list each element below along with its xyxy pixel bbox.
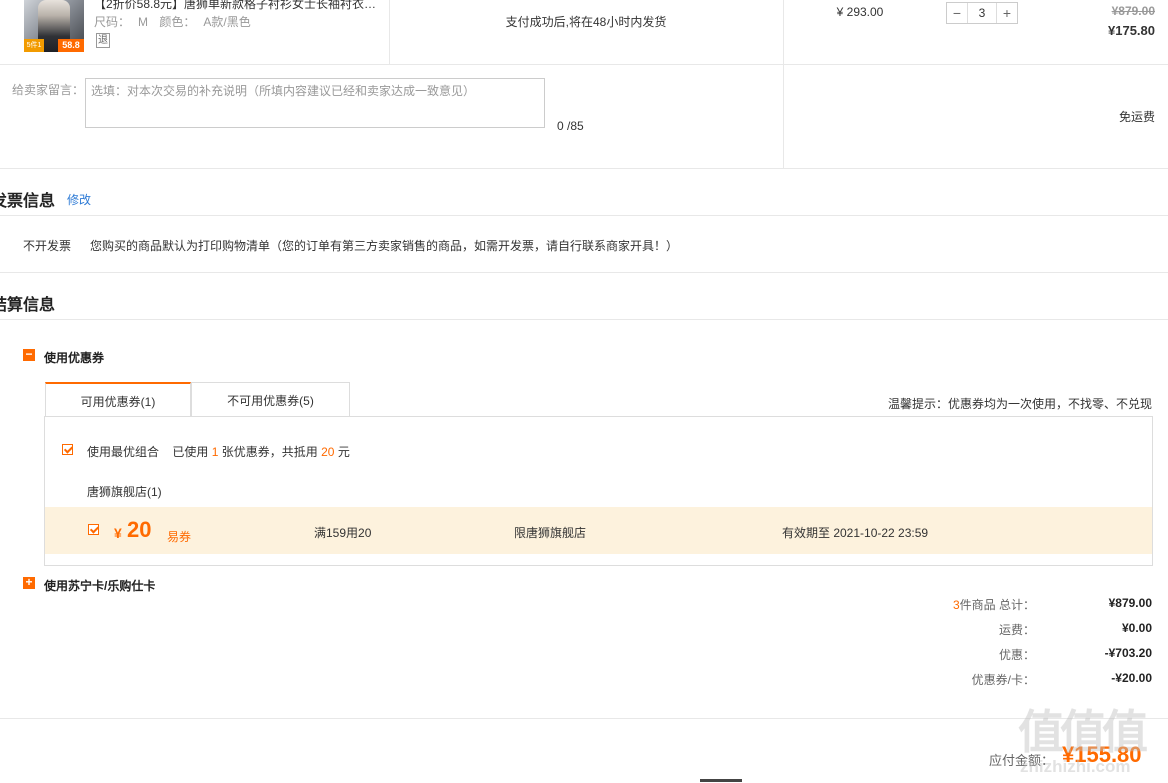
size-label: 尺码： (94, 15, 131, 29)
items-count: 3 (952, 598, 960, 612)
card-section-label[interactable]: 使用苏宁卡/乐购仕卡 (44, 577, 155, 594)
card-expand-icon[interactable]: + (23, 576, 35, 589)
coupon-deduction-value: -¥20.00 (1111, 671, 1152, 685)
coupon-currency: ¥ (114, 525, 122, 541)
size-value: M (138, 15, 149, 29)
items-label: 件商品 总计： (959, 598, 1035, 612)
tab-available-coupons[interactable]: 可用优惠券(1) (45, 382, 191, 417)
shipping-label: 运费： (998, 623, 1035, 637)
coupon-checkbox[interactable] (88, 524, 99, 535)
color-label: 颜色： (159, 15, 196, 29)
coupon-collapse-icon[interactable]: − (23, 348, 35, 361)
message-char-count: 0 /85 (557, 119, 584, 133)
best-combo-checkbox[interactable] (62, 444, 73, 455)
shipping-fee-label: 免运费 (1118, 110, 1155, 124)
used-coupon-count: 1 (211, 445, 219, 459)
used-mid: 张优惠券，共抵用 (221, 445, 318, 459)
quantity-increase-button[interactable]: + (997, 3, 1017, 23)
quantity-input[interactable]: 3 (967, 3, 997, 23)
coupon-row[interactable] (45, 507, 1152, 554)
best-combo-label: 使用最优组合 (87, 445, 160, 459)
watermark-logo: 值值值 (1018, 706, 1148, 758)
submit-button-edge[interactable] (700, 779, 742, 782)
coupon-rule: 满159用20 (314, 526, 372, 540)
used-coupon-amount: 20 (321, 445, 335, 459)
coupon-scope: 限唐狮旗舰店 (514, 526, 587, 540)
product-title-link[interactable]: 【2折价58.8元】唐狮单新款格子衬衫女士长袖衬衣… (94, 0, 384, 12)
used-prefix: 已使用 (172, 445, 209, 459)
product-thumbnail[interactable]: 5件1折 58.8 (24, 0, 84, 52)
invoice-modify-link[interactable]: 修改 (67, 191, 91, 208)
quantity-decrease-button[interactable]: − (947, 3, 967, 23)
item-total-price: ¥175.80 (1108, 23, 1155, 38)
shipping-note: 支付成功后,将在48小时内发货 (505, 15, 667, 29)
coupon-section-label[interactable]: 使用优惠券 (44, 349, 104, 366)
shipping-value: ¥0.00 (1121, 621, 1152, 635)
seller-message-label: 给卖家留言： (12, 83, 85, 97)
color-value: A款/黑色 (203, 15, 251, 29)
invoice-section-title: 发票信息 (0, 193, 56, 210)
quantity-stepper: − 3 + (946, 2, 1018, 24)
tab-unavailable-coupons[interactable]: 不可用优惠券(5) (191, 382, 350, 416)
watermark-domain: zhizhizhi.com (1020, 757, 1131, 776)
thumbnail-promo-tag: 5件1折 (24, 39, 44, 52)
items-total-label: 3件商品 总计： (953, 596, 1035, 613)
used-suffix: 元 (337, 445, 350, 459)
invoice-note: 您购买的商品默认为打印购物清单（您的订单有第三方卖家销售的商品，如需开发票，请自… (90, 239, 679, 253)
items-total-value: ¥879.00 (1108, 596, 1152, 610)
coupon-store-name: 唐狮旗舰店(1) (87, 485, 162, 499)
coupon-kind: 易券 (167, 530, 192, 544)
return-policy-icon: 退 (96, 33, 110, 48)
coupon-amount: 20 (127, 517, 152, 542)
thumbnail-price-tag: 58.8 (58, 39, 84, 52)
discount-value: -¥703.20 (1104, 646, 1152, 660)
unit-price: ¥ 293.00 (836, 5, 884, 19)
invoice-type: 不开发票 (23, 239, 72, 253)
product-spec: 尺码： M 颜色： A款/黑色 (94, 13, 259, 30)
best-combo-summary: 使用最优组合 已使用 1 张优惠券，共抵用 20 元 (87, 443, 350, 460)
settlement-section-title: 结算信息 (0, 297, 56, 314)
discount-label: 优惠： (998, 648, 1035, 662)
coupon-deduction-label: 优惠券/卡： (971, 673, 1035, 687)
coupon-tip: 温馨提示：优惠券均为一次使用，不找零、不兑现 (887, 397, 1152, 411)
original-total-price: ¥879.00 (1111, 4, 1155, 18)
coupon-validity: 有效期至 2021-10-22 23:59 (782, 526, 929, 540)
seller-message-textarea[interactable]: 选填：对本次交易的补充说明（所填内容建议已经和卖家达成一致意见） (85, 78, 545, 128)
